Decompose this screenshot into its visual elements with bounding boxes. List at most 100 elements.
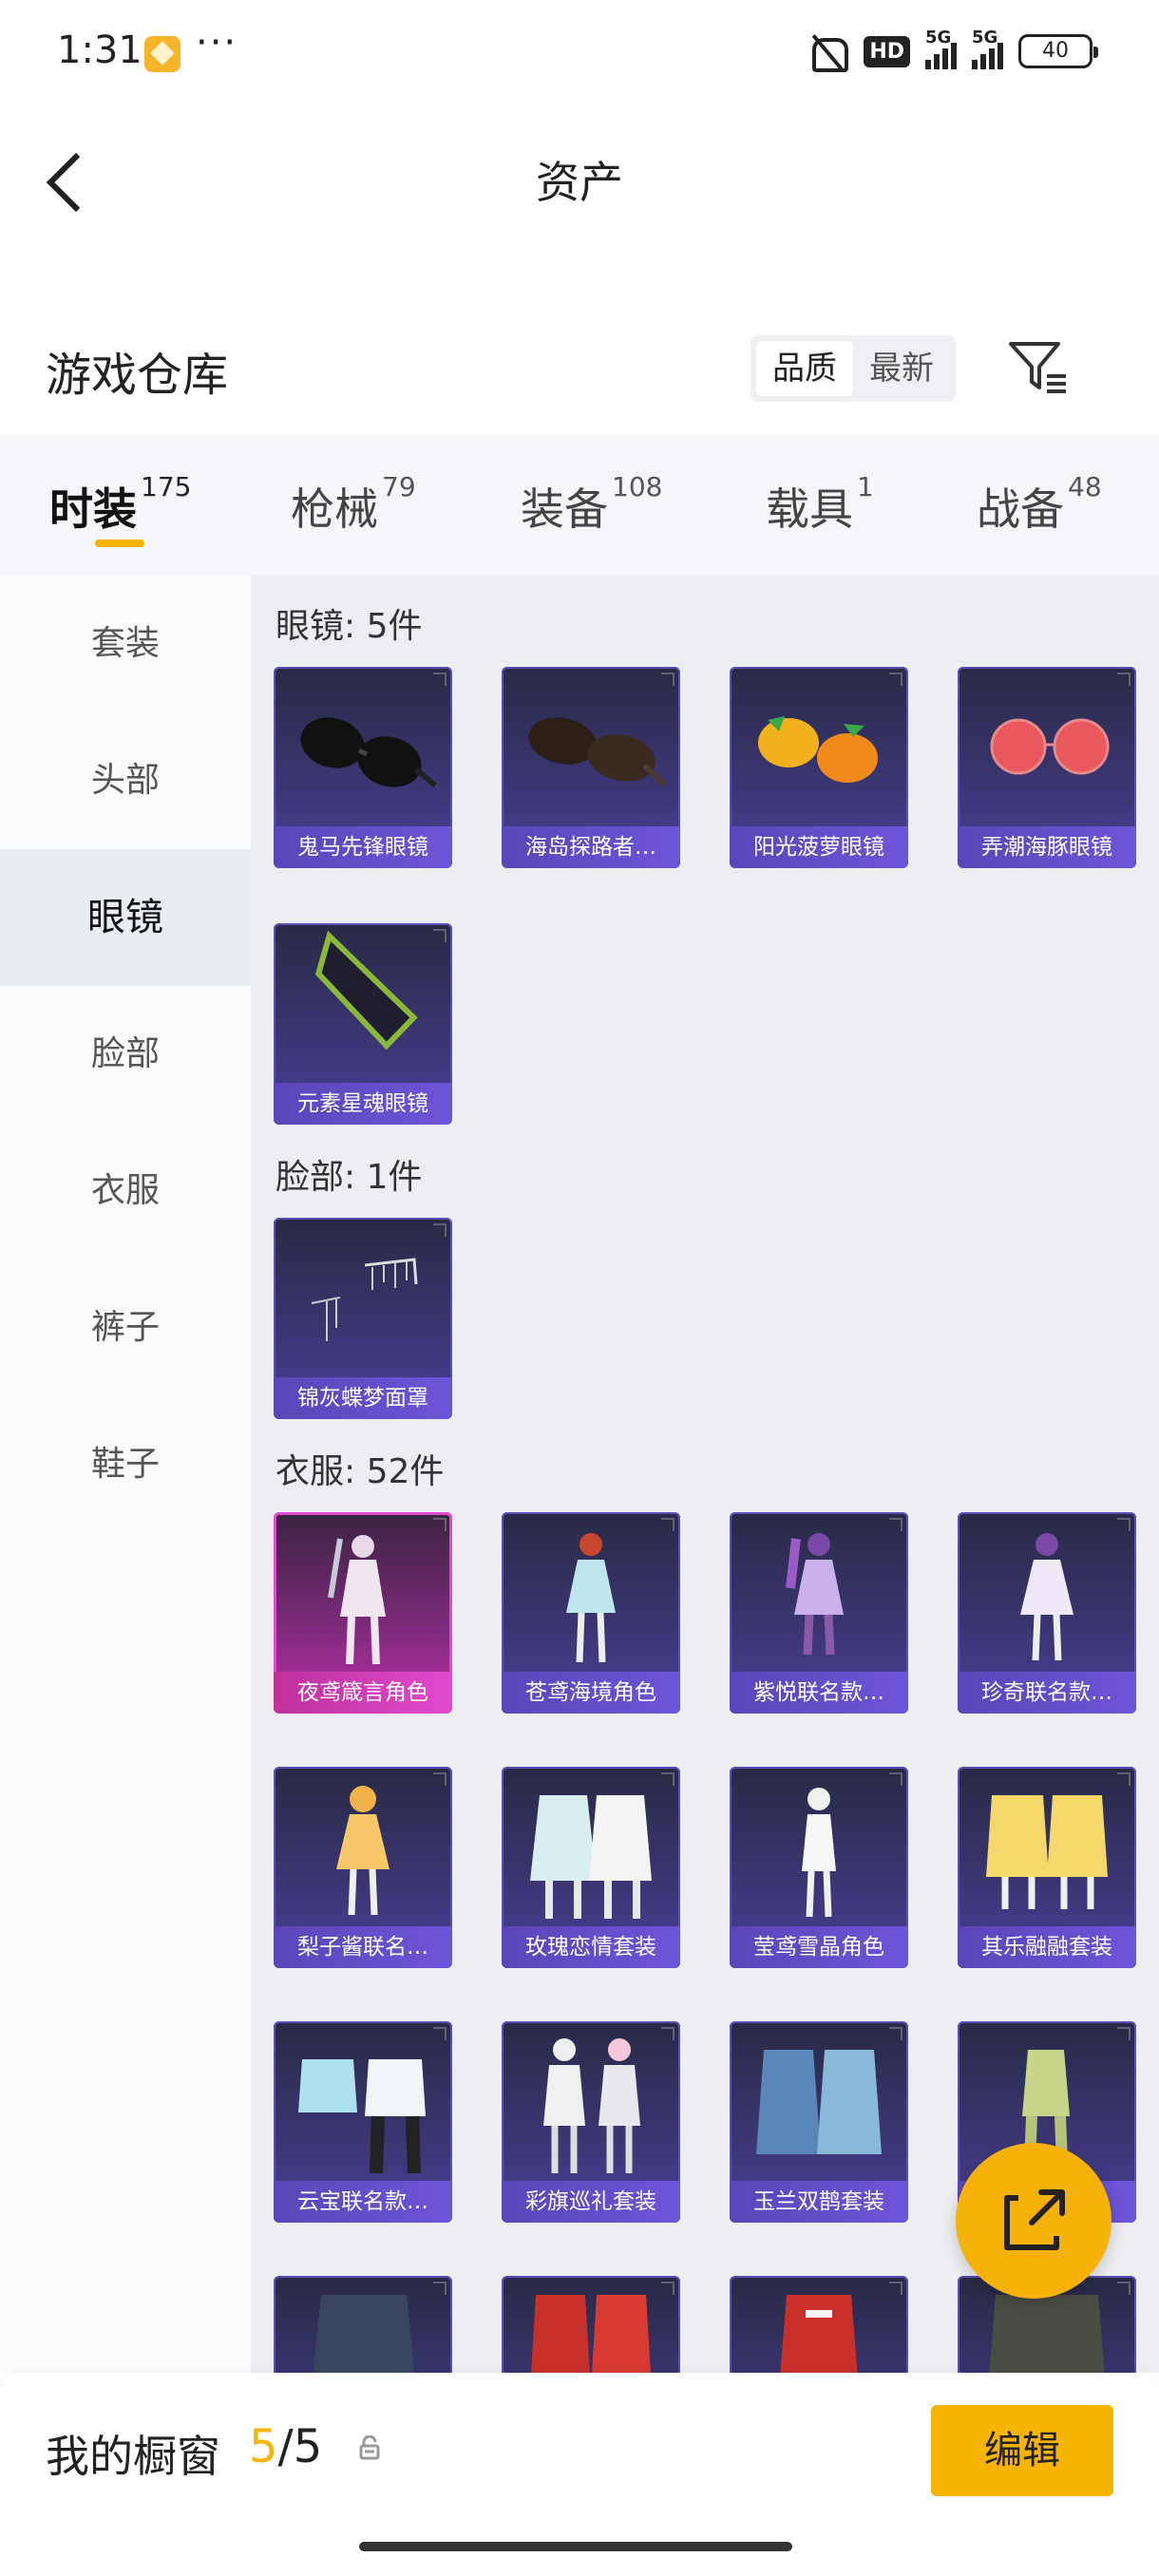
mute-icon	[807, 32, 849, 72]
section-title-glasses: 眼镜: 5件	[276, 607, 423, 646]
item-name: 玉兰双鹊套装	[730, 2181, 908, 2223]
item-name: 苍鸢海境角色	[502, 1672, 680, 1714]
item-card[interactable]: 夜鸢箴言角色	[274, 1512, 452, 1714]
item-card[interactable]: 莹鸢雪晶角色	[730, 1767, 908, 1968]
subcategory-sidebar: 套装 头部 眼镜 脸部 衣服 裤子 鞋子	[0, 576, 251, 2373]
sidebar-item-glasses[interactable]: 眼镜	[0, 849, 251, 986]
item-name: 阳光菠萝眼镜	[730, 826, 908, 868]
pineapple-glasses-icon	[758, 716, 878, 783]
sort-toggle: 品质 最新	[750, 335, 956, 402]
item-name: 弄潮海豚眼镜	[958, 826, 1136, 868]
item-name: 彩旗巡礼套装	[502, 2181, 680, 2223]
item-name: 梨子酱联名…	[274, 1926, 452, 1968]
sunglasses-icon	[528, 717, 668, 787]
item-card[interactable]: 其乐融融套装	[958, 1767, 1136, 1968]
signal-icon-2: 5G	[972, 28, 1003, 69]
outfit-set-icon	[531, 2295, 651, 2373]
item-card[interactable]: 玉兰双鹊套装	[730, 2021, 908, 2223]
item-name: 云宝联名款…	[274, 2181, 452, 2223]
item-card[interactable]: 玫瑰恋情套装	[502, 1767, 680, 1968]
sunglasses-icon	[300, 717, 437, 788]
outfit-set-icon	[780, 2295, 858, 2373]
sidebar-item-shoes[interactable]: 鞋子	[0, 1396, 251, 1533]
character-outfit-icon	[566, 1533, 616, 1663]
character-outfit-icon	[328, 1535, 386, 1665]
item-card[interactable]: 元素星魂眼镜	[274, 923, 452, 1125]
more-notifications-icon: ···	[196, 21, 238, 65]
item-card[interactable]: 云宝联名款…	[274, 2021, 452, 2223]
item-grid-area: 眼镜: 5件 鬼马先锋眼镜 海岛探路者… 阳光菠萝眼镜 弄潮海豚眼镜 元素星魂眼…	[251, 576, 1159, 2373]
item-card[interactable]: 锦灰蝶梦面罩	[274, 1218, 452, 1419]
outfit-set-icon	[756, 2050, 882, 2154]
status-time: 1:31	[57, 28, 142, 72]
item-name: 珍奇联名款…	[958, 1672, 1136, 1714]
sort-quality-button[interactable]: 品质	[756, 341, 853, 396]
section-title-face: 脸部: 1件	[276, 1158, 423, 1197]
round-glasses-icon	[990, 718, 1110, 775]
item-card[interactable]: 梨子酱联名…	[274, 1767, 452, 1968]
item-name: 鬼马先锋眼镜	[274, 826, 452, 868]
hd-voice-icon: HD	[864, 35, 910, 67]
character-outfit-icon	[802, 1788, 836, 1918]
battery-icon: 40	[1018, 34, 1098, 68]
home-indicator[interactable]	[359, 2542, 792, 2551]
edit-button[interactable]: 编辑	[931, 2405, 1113, 2496]
item-card[interactable]: 海岛探路者…	[502, 667, 680, 868]
outfit-set-icon	[313, 2295, 415, 2373]
tab-supplies[interactable]: 战备 48	[977, 471, 1102, 538]
item-name: 元素星魂眼镜	[274, 1083, 452, 1125]
item-card[interactable]: 苍鸢海境角色	[502, 1512, 680, 1714]
item-card[interactable]: 弄潮海豚眼镜	[958, 667, 1136, 868]
item-card[interactable]: 阳光菠萝眼镜	[730, 667, 908, 868]
item-name: 锦灰蝶梦面罩	[274, 1377, 452, 1419]
item-name: 夜鸢箴言角色	[274, 1672, 452, 1714]
sidebar-item-clothes[interactable]: 衣服	[0, 1123, 251, 1260]
item-name: 其乐融融套装	[958, 1926, 1136, 1968]
item-card[interactable]: 珍奇联名款…	[958, 1512, 1136, 1714]
showcase-label: 我的橱窗	[46, 2431, 220, 2482]
character-outfit-icon	[543, 2038, 640, 2173]
item-card[interactable]	[502, 2276, 680, 2373]
item-card[interactable]: 彩旗巡礼套装	[502, 2021, 680, 2223]
item-card[interactable]: 鬼马先锋眼镜	[274, 667, 452, 868]
sidebar-item-pants[interactable]: 裤子	[0, 1260, 251, 1396]
sidebar-item-face[interactable]: 脸部	[0, 986, 251, 1123]
assets-page: 1:31 ··· HD 5G 5G 40 资产 游戏仓库 品质 最新 时装 17…	[0, 0, 1159, 2576]
status-icons: HD 5G 5G 40	[807, 28, 1098, 72]
warehouse-title: 游戏仓库	[46, 349, 229, 402]
lock-icon	[359, 2435, 380, 2460]
item-name: 海岛探路者…	[502, 826, 680, 868]
notification-app-icon	[144, 36, 180, 72]
status-bar: 1:31 ··· HD 5G 5G 40	[0, 0, 1159, 104]
character-outfit-icon	[336, 1786, 390, 1916]
tab-vehicles[interactable]: 载具 1	[766, 471, 874, 538]
outfit-set-icon	[298, 2059, 426, 2174]
character-outfit-icon	[786, 1533, 844, 1656]
tab-equipment[interactable]: 装备 108	[521, 471, 662, 538]
signal-icon: 5G	[925, 28, 957, 69]
item-card[interactable]: 紫悦联名款…	[730, 1512, 908, 1714]
sidebar-item-suits[interactable]: 套装	[0, 576, 251, 712]
share-button[interactable]	[956, 2143, 1112, 2299]
share-icon	[1004, 2189, 1065, 2250]
item-name: 紫悦联名款…	[730, 1672, 908, 1714]
outfit-set-icon	[986, 1795, 1108, 1909]
page-title: 资产	[536, 157, 623, 208]
mask-icon	[311, 1258, 418, 1341]
tab-guns[interactable]: 枪械 79	[291, 471, 416, 538]
item-card[interactable]	[730, 2276, 908, 2373]
section-title-clothes: 衣服: 52件	[276, 1452, 445, 1491]
tab-fashion[interactable]: 时装 175	[49, 471, 191, 538]
outfit-set-icon	[530, 1795, 652, 1919]
active-tab-indicator	[95, 540, 144, 547]
item-name: 玫瑰恋情套装	[502, 1926, 680, 1968]
sport-glasses-icon	[314, 930, 418, 1051]
sort-newest-button[interactable]: 最新	[853, 341, 950, 396]
category-tabs: 时装 175 枪械 79 装备 108 载具 1 战备 48	[0, 435, 1159, 576]
sidebar-item-head[interactable]: 头部	[0, 712, 251, 849]
item-card[interactable]	[274, 2276, 452, 2373]
character-outfit-icon	[1020, 1533, 1074, 1661]
filter-icon[interactable]	[1007, 338, 1070, 395]
item-name: 莹鸢雪晶角色	[730, 1926, 908, 1968]
showcase-count: 5/5	[249, 2420, 323, 2473]
